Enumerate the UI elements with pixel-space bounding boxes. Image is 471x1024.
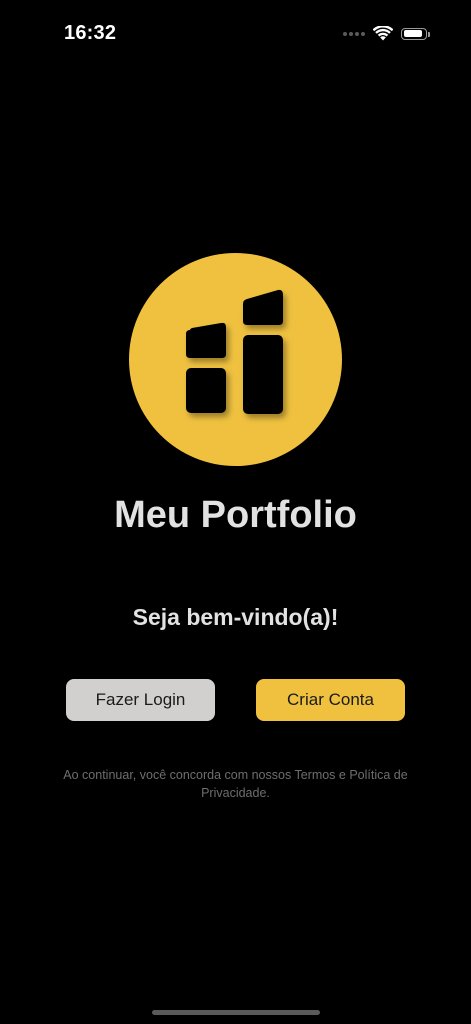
wifi-icon [373, 26, 393, 41]
status-bar: 16:32 [0, 0, 471, 60]
status-icons [343, 26, 430, 41]
terms-notice: Ao continuar, você concorda com nossos T… [63, 768, 408, 800]
welcome-heading: Seja bem-vindo(a)! [132, 604, 339, 630]
login-button[interactable]: Fazer Login [66, 679, 215, 721]
cellular-signal-icon [343, 31, 365, 36]
home-indicator[interactable] [152, 1010, 320, 1015]
signup-button[interactable]: Criar Conta [256, 679, 405, 721]
app-title: Meu Portfolio [114, 494, 357, 536]
status-time: 16:32 [64, 22, 117, 44]
portfolio-blocks-logo [186, 289, 283, 414]
app-logo [129, 253, 342, 466]
battery-fill [403, 30, 422, 37]
battery-icon [401, 27, 430, 40]
